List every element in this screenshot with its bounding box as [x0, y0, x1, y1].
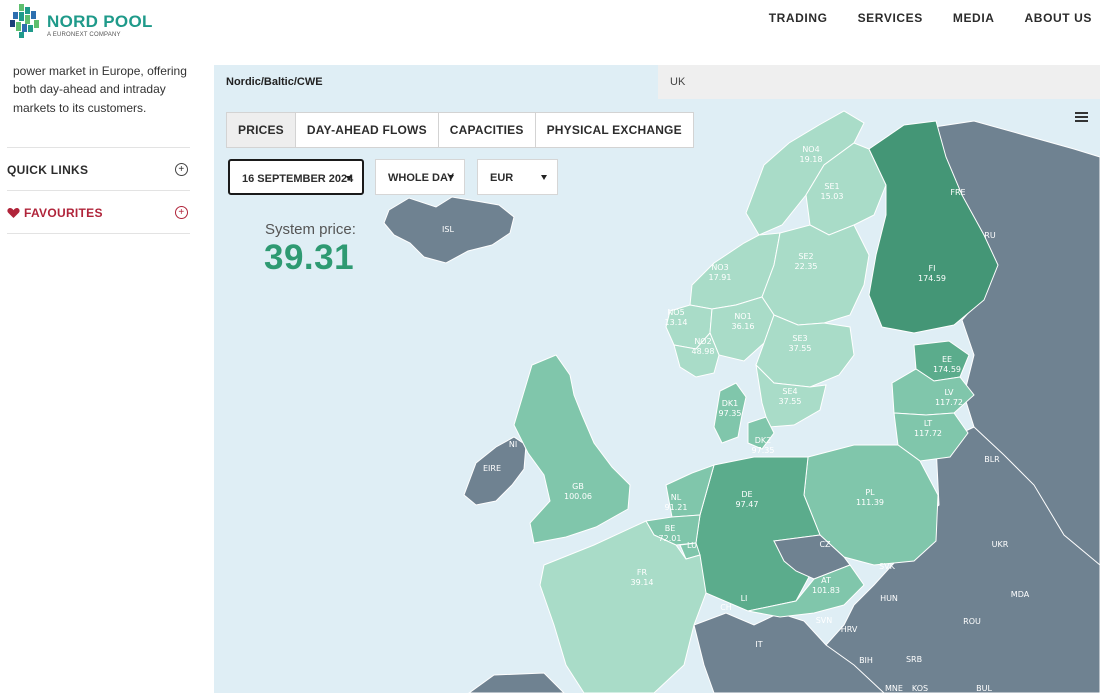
view-tabs: PRICES DAY-AHEAD FLOWS CAPACITIES PHYSIC…: [226, 112, 694, 148]
nord-pool-logo[interactable]: NORD POOL A EURONEXT COMPANY: [10, 4, 153, 42]
heart-icon: [7, 207, 20, 218]
tab-nordic-baltic-cwe[interactable]: Nordic/Baltic/CWE: [214, 65, 656, 99]
price-area-label-no4[interactable]: NO4 19.18: [800, 145, 823, 164]
price-area-label-no5[interactable]: NO5 13.14: [665, 308, 688, 327]
favourites-toggle[interactable]: FAVOURITES +: [7, 190, 190, 234]
country-label-rou: ROU: [963, 617, 981, 626]
expand-plus-icon: +: [175, 206, 188, 219]
country-label-ni: NI: [509, 440, 517, 449]
country-label-bih: BIH: [859, 656, 873, 665]
country-label-ch: CH: [720, 603, 732, 612]
country-label-hrv: HRV: [841, 625, 858, 634]
tab-physical-exchange[interactable]: PHYSICAL EXCHANGE: [534, 112, 694, 148]
country-label-svn: SVN: [816, 616, 833, 625]
quick-links-toggle[interactable]: QUICK LINKS +: [7, 147, 190, 191]
country-label-kos: KOS: [912, 684, 928, 693]
currency-dropdown[interactable]: EUR: [477, 159, 558, 195]
quick-links-label: QUICK LINKS: [7, 162, 89, 177]
country-label-fre: FRE: [950, 188, 965, 197]
caret-down-icon: [541, 175, 547, 180]
expand-plus-icon: +: [175, 163, 188, 176]
hamburger-icon[interactable]: [1074, 110, 1090, 124]
price-area-label-no1[interactable]: NO1 36.16: [732, 312, 755, 331]
divider: [7, 233, 190, 234]
country-label-it: IT: [755, 640, 762, 649]
sidebar: power market in Europe, offering both da…: [0, 58, 200, 693]
nav-media[interactable]: MEDIA: [923, 11, 995, 25]
country-label-isl: ISL: [442, 225, 454, 234]
nav-about-us[interactable]: ABOUT US: [995, 11, 1092, 25]
country-label-mne: MNE: [885, 684, 903, 693]
price-area-label-no2[interactable]: NO2 48.98: [692, 337, 715, 356]
country-label-svk: SVK: [879, 562, 896, 571]
price-area-label-no3[interactable]: NO3 17.91: [709, 263, 732, 282]
system-price-value: 39.31: [264, 238, 355, 277]
logo-name: NORD POOL: [47, 12, 153, 31]
country-label-li: LI: [741, 594, 748, 603]
region-tabs: Nordic/Baltic/CWE UK: [214, 65, 1100, 99]
caret-down-icon: [448, 175, 454, 180]
country-label-hun: HUN: [880, 594, 898, 603]
country-label-blr: BLR: [984, 455, 1000, 464]
tab-day-ahead-flows[interactable]: DAY-AHEAD FLOWS: [294, 112, 439, 148]
country-label-eire: EIRE: [483, 464, 501, 473]
range-value: WHOLE DAY: [388, 172, 455, 184]
tab-capacities[interactable]: CAPACITIES: [437, 112, 536, 148]
country-label-ukr: UKR: [992, 540, 1009, 549]
main-nav: TRADING SERVICES MEDIA ABOUT US: [739, 11, 1092, 25]
price-area-label-dk2[interactable]: DK2 97.35: [752, 436, 775, 455]
logo-mark-icon: [10, 4, 39, 38]
system-price-label: System price:: [265, 221, 356, 238]
country-label-bul: BUL: [976, 684, 992, 693]
caret-down-icon: [346, 176, 352, 181]
country-label-cz: CZ: [819, 540, 831, 549]
favourites-label: FAVOURITES: [24, 205, 103, 220]
date-value: 16 SEPTEMBER 2024: [242, 173, 354, 185]
country-label-lu: LU: [687, 541, 697, 550]
country-label-mda: MDA: [1011, 590, 1030, 599]
site-header: NORD POOL A EURONEXT COMPANY TRADING SER…: [0, 0, 1100, 58]
currency-value: EUR: [490, 172, 514, 184]
logo-subtitle: A EURONEXT COMPANY: [47, 32, 121, 38]
intro-text: power market in Europe, offering both da…: [13, 64, 187, 115]
nav-trading[interactable]: TRADING: [739, 11, 828, 25]
date-dropdown[interactable]: 16 SEPTEMBER 2024: [228, 159, 364, 195]
price-map-panel: NO4 19.18 SE1 15.03 FI 174.59 SE2 22.35 NO3 17.91…: [214, 65, 1100, 693]
country-label-srb: SRB: [906, 655, 922, 664]
range-dropdown[interactable]: WHOLE DAY: [375, 159, 465, 195]
tab-prices[interactable]: PRICES: [226, 112, 296, 148]
country-label-ru: RU: [984, 231, 996, 240]
price-area-label-dk1[interactable]: DK1 97.35: [719, 399, 742, 418]
nav-services[interactable]: SERVICES: [828, 11, 923, 25]
tab-uk[interactable]: UK: [658, 65, 1100, 99]
